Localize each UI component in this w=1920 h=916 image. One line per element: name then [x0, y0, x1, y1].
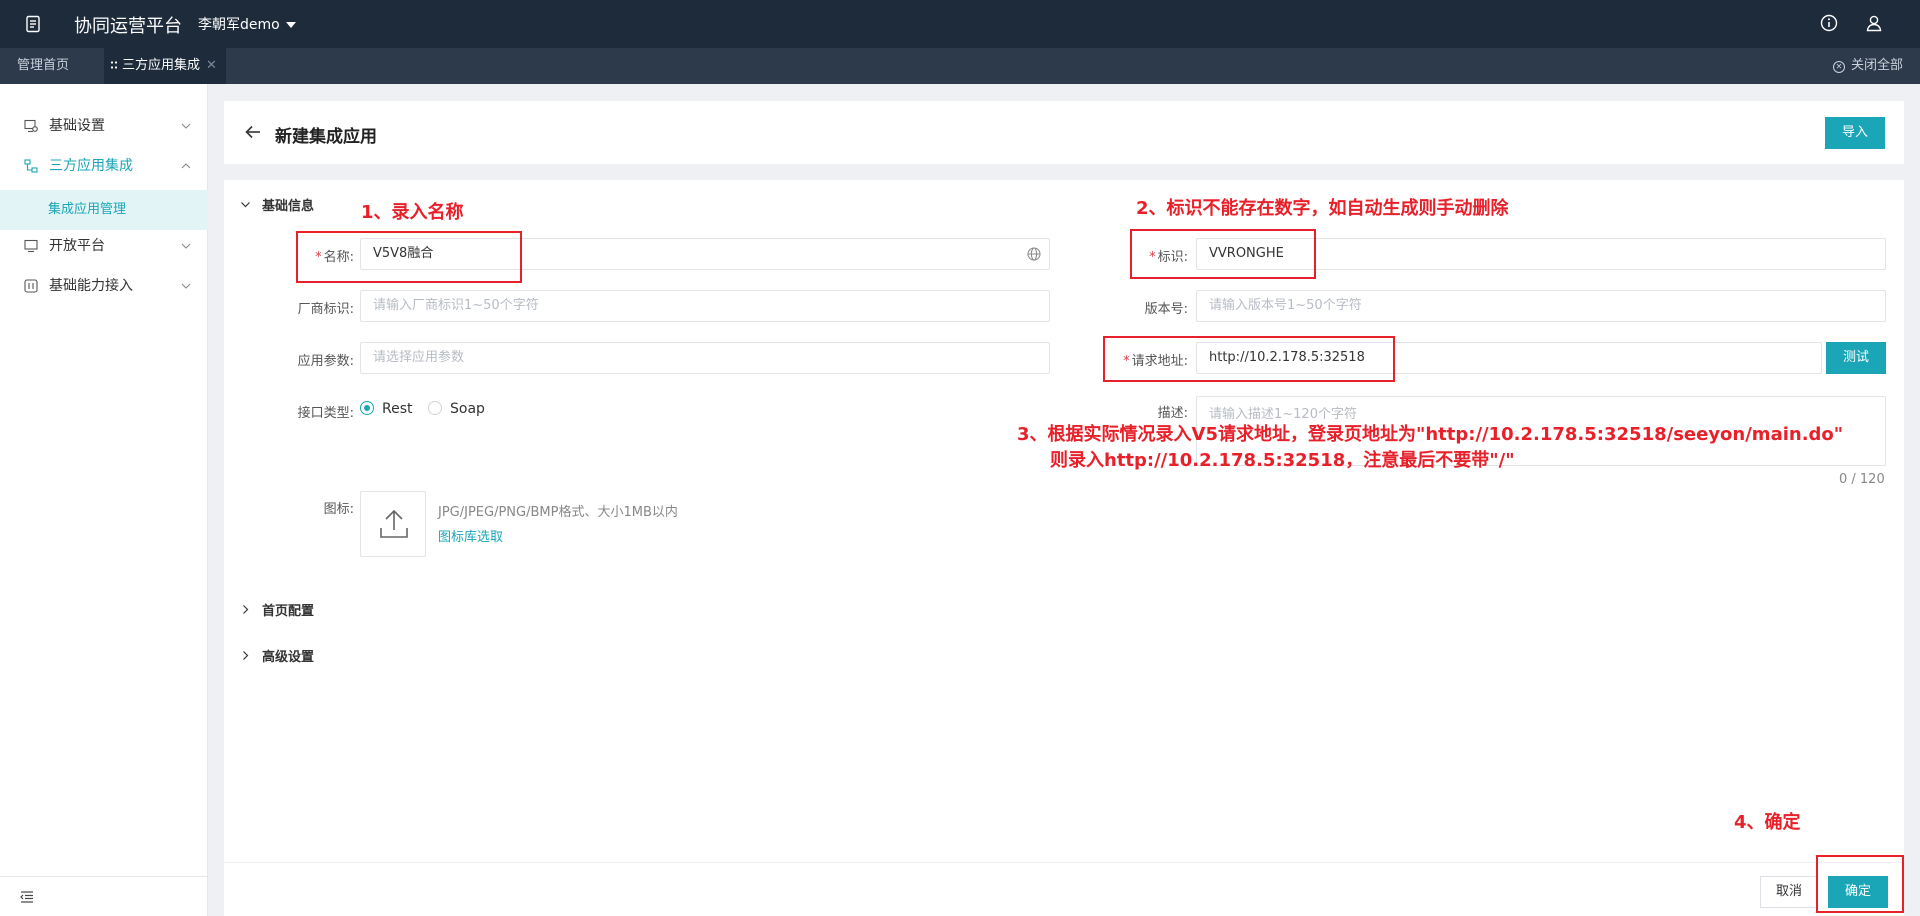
- section-advanced[interactable]: 高级设置: [241, 646, 314, 665]
- sidebar-item-capability-access[interactable]: 基础能力接入: [0, 266, 208, 306]
- interface-type-label: 接口类型:: [297, 406, 354, 421]
- chevron-down-icon: [181, 123, 191, 129]
- params-select[interactable]: 请选择应用参数: [360, 342, 1050, 374]
- monitor-icon: [24, 239, 38, 253]
- radio-dot: [360, 401, 374, 415]
- sidebar-item-label: 基础能力接入: [49, 278, 133, 294]
- test-button[interactable]: 测试: [1826, 342, 1886, 374]
- footer-divider: [224, 862, 1904, 863]
- section-title-label: 基础信息: [262, 199, 315, 214]
- collapse-sidebar-icon[interactable]: [20, 891, 34, 903]
- params-label: 应用参数:: [297, 354, 354, 369]
- globe-icon[interactable]: [1027, 247, 1041, 261]
- sidebar-subitem-app-management[interactable]: 集成应用管理: [0, 190, 208, 230]
- upload-box[interactable]: [360, 491, 426, 557]
- icon-library-link[interactable]: 图标库选取: [438, 526, 503, 545]
- app-title: 协同运营平台: [74, 16, 182, 37]
- section-title-label: 高级设置: [262, 650, 315, 665]
- annotation-box-confirm: [1816, 855, 1904, 913]
- info-icon[interactable]: [1820, 14, 1838, 32]
- close-all-button[interactable]: ✕ 关闭全部: [1832, 48, 1903, 84]
- close-icon[interactable]: ✕: [206, 58, 217, 73]
- user-name: 李朝军demo: [198, 17, 280, 33]
- document-menu-icon[interactable]: [24, 15, 42, 33]
- circle-close-icon: ✕: [1832, 61, 1845, 73]
- page-header: 新建集成应用 导入: [224, 101, 1904, 164]
- section-home-config[interactable]: 首页配置: [241, 600, 314, 619]
- annotation-step3-line1: 3、根据实际情况录入V5请求地址，登录页地址为"http://10.2.178.…: [1017, 424, 1844, 445]
- chevron-right-icon: [243, 605, 249, 614]
- sidebar-item-label: 开放平台: [49, 238, 105, 254]
- cancel-button[interactable]: 取消: [1760, 876, 1818, 908]
- back-arrow-icon[interactable]: [244, 123, 262, 141]
- sidebar-item-label: 基础设置: [49, 118, 105, 134]
- version-input[interactable]: 请输入版本号1~50个字符: [1196, 290, 1886, 322]
- chevron-right-icon: [243, 651, 249, 660]
- annotation-box-id: [1130, 229, 1316, 279]
- sidebar-item-basic-settings[interactable]: 基础设置: [0, 106, 208, 146]
- drag-grip-icon: [110, 60, 118, 70]
- sidebar-item-label: 三方应用集成: [49, 158, 133, 174]
- tab-label: 三方应用集成: [122, 58, 201, 73]
- chevron-down-icon: [181, 283, 191, 289]
- vendor-label: 厂商标识:: [297, 302, 354, 317]
- user-icon[interactable]: [1865, 14, 1883, 32]
- tab-bar: 管理首页 三方应用集成 ✕ ✕ 关闭全部: [0, 48, 1920, 84]
- section-title-label: 首页配置: [262, 604, 315, 619]
- chevron-down-icon: [181, 243, 191, 249]
- upload-icon: [380, 509, 408, 538]
- annotation-box-name: [296, 231, 522, 283]
- annotation-step3-line2: 则录入http://10.2.178.5:32518，注意最后不要带"/": [1050, 450, 1515, 471]
- chevron-up-icon: [181, 163, 191, 169]
- radio-soap[interactable]: Soap: [428, 401, 485, 417]
- description-label: 描述:: [1157, 406, 1188, 421]
- user-menu[interactable]: 李朝军demo: [198, 14, 296, 34]
- sidebar-footer: [0, 876, 208, 916]
- sidebar-item-third-party[interactable]: 三方应用集成: [0, 146, 208, 186]
- capability-icon: [24, 279, 38, 293]
- description-counter: 0 / 120: [1839, 472, 1885, 487]
- chevron-down-icon: [241, 202, 250, 208]
- settings-monitor-icon: [24, 119, 38, 133]
- annotation-step4: 4、确定: [1734, 812, 1801, 833]
- vendor-input[interactable]: 请输入厂商标识1~50个字符: [360, 290, 1050, 322]
- sidebar-item-open-platform[interactable]: 开放平台: [0, 226, 208, 266]
- page-title: 新建集成应用: [275, 127, 377, 147]
- annotation-box-url: [1103, 336, 1395, 382]
- form-card: 基础信息 * 名称: V5V8融合 * 标识: VVRONGHE 厂商标识: 请输入…: [224, 180, 1904, 916]
- integration-tree-icon: [24, 159, 38, 173]
- radio-soap-label: Soap: [450, 401, 485, 417]
- icon-label: 图标:: [323, 502, 354, 517]
- tab-third-party-integration[interactable]: 三方应用集成 ✕: [104, 48, 226, 84]
- radio-rest-label: Rest: [382, 401, 413, 417]
- annotation-step1: 1、录入名称: [361, 202, 464, 223]
- version-label: 版本号:: [1144, 302, 1188, 317]
- top-header: 协同运营平台 李朝军demo: [0, 0, 1920, 48]
- section-basic-info[interactable]: 基础信息: [241, 195, 314, 214]
- caret-down-icon: [285, 22, 296, 28]
- import-button[interactable]: 导入: [1825, 117, 1885, 149]
- annotation-step2: 2、标识不能存在数字，如自动生成则手动删除: [1136, 198, 1509, 219]
- upload-hint: JPG/JPEG/PNG/BMP格式、大小1MB以内: [438, 505, 678, 520]
- sidebar: 基础设置 三方应用集成 集成应用管理 开放平台 基础能力接入: [0, 84, 208, 916]
- radio-dot: [428, 401, 442, 415]
- tab-home[interactable]: 管理首页: [17, 48, 69, 84]
- close-all-label: 关闭全部: [1850, 58, 1903, 73]
- radio-rest[interactable]: Rest: [360, 401, 413, 417]
